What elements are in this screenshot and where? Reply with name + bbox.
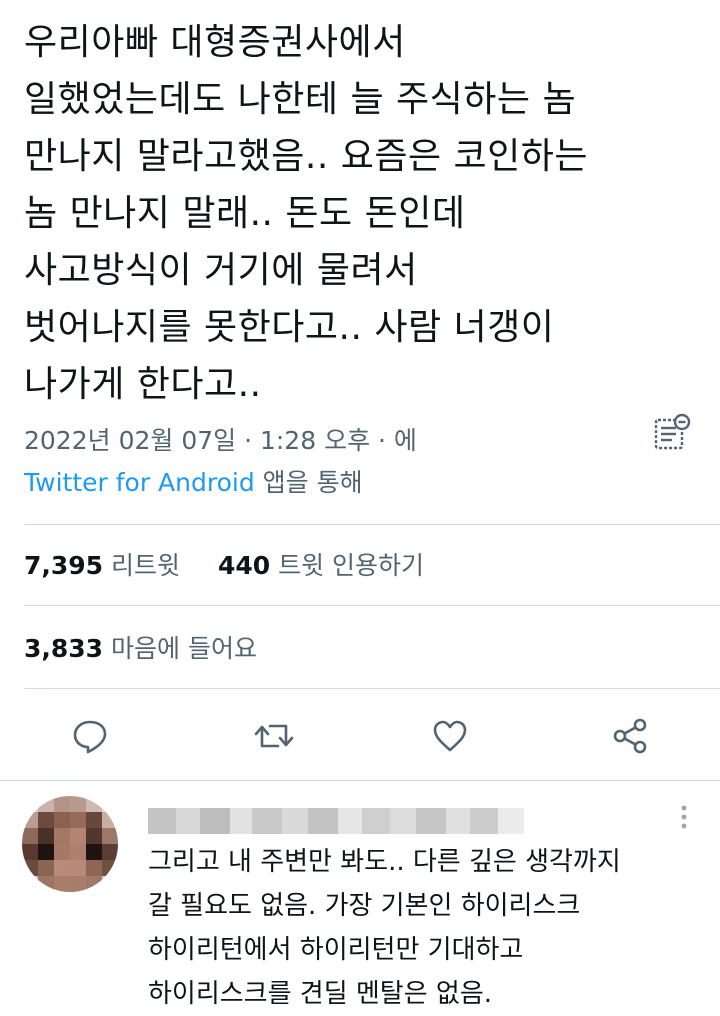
reply-line: 하이리스크를 견딜 멘탈은 없음. (148, 979, 493, 1009)
source-suffix: 앱을 통해 (254, 468, 363, 497)
retweet-stats[interactable]: 7,395 리트윗 440 트윗 인용하기 (24, 549, 424, 583)
tweet-line: 나가게 한다고.. (24, 364, 262, 405)
share-icon[interactable] (602, 708, 658, 764)
like-count: 3,833 (24, 634, 104, 663)
retweet-label: 리트윗 (103, 551, 181, 580)
tweet-timestamp[interactable]: 2022년 02월 07일 · 1:28 오후 · 에 (24, 425, 417, 457)
tweet-line: 일했었는데도 나한테 늘 주식하는 놈 (24, 79, 577, 120)
analytics-icon[interactable] (650, 410, 694, 454)
tweet-line: 벗어나지를 못한다고.. 사람 너갱이 (24, 307, 555, 348)
reply-line: 그리고 내 주변만 봐도.. 다른 깊은 생각까지 (148, 847, 621, 877)
like-label: 마음에 들어요 (103, 634, 257, 663)
quote-label: 트윗 인용하기 (270, 551, 425, 580)
divider (0, 780, 720, 781)
tweet-line: 놈 만나지 말래.. 돈도 돈인데 (24, 193, 466, 234)
action-bar (0, 708, 720, 764)
reply-line: 갈 필요도 없음. 가장 기본인 하이리스크 (148, 891, 581, 921)
more-icon[interactable] (672, 800, 696, 836)
reply-author-name[interactable] (148, 808, 528, 834)
divider (24, 688, 720, 689)
heart-icon[interactable] (422, 708, 478, 764)
avatar[interactable] (22, 796, 118, 892)
tweet-text: 우리아빠 대형증권사에서 일했었는데도 나한테 늘 주식하는 놈 만나지 말라고… (24, 14, 704, 413)
retweet-icon[interactable] (246, 708, 302, 764)
tweet-source: Twitter for Android 앱을 통해 (24, 466, 363, 500)
reply-line: 하이리턴에서 하이리턴만 기대하고 (148, 935, 524, 965)
quote-count: 440 (217, 551, 271, 580)
divider (24, 524, 720, 525)
reply-icon[interactable] (62, 708, 118, 764)
divider (24, 605, 720, 606)
reply-text: 그리고 내 주변만 봐도.. 다른 깊은 생각까지 갈 필요도 없음. 가장 기… (148, 840, 708, 1016)
retweet-count: 7,395 (24, 551, 104, 580)
tweet-line: 우리아빠 대형증권사에서 (24, 22, 406, 63)
tweet-line: 사고방식이 거기에 물려서 (24, 250, 418, 291)
like-stats[interactable]: 3,833 마음에 들어요 (24, 632, 257, 666)
source-app-link[interactable]: Twitter for Android (24, 468, 255, 497)
tweet-line: 만나지 말라고했음.. 요즘은 코인하는 (24, 136, 589, 177)
